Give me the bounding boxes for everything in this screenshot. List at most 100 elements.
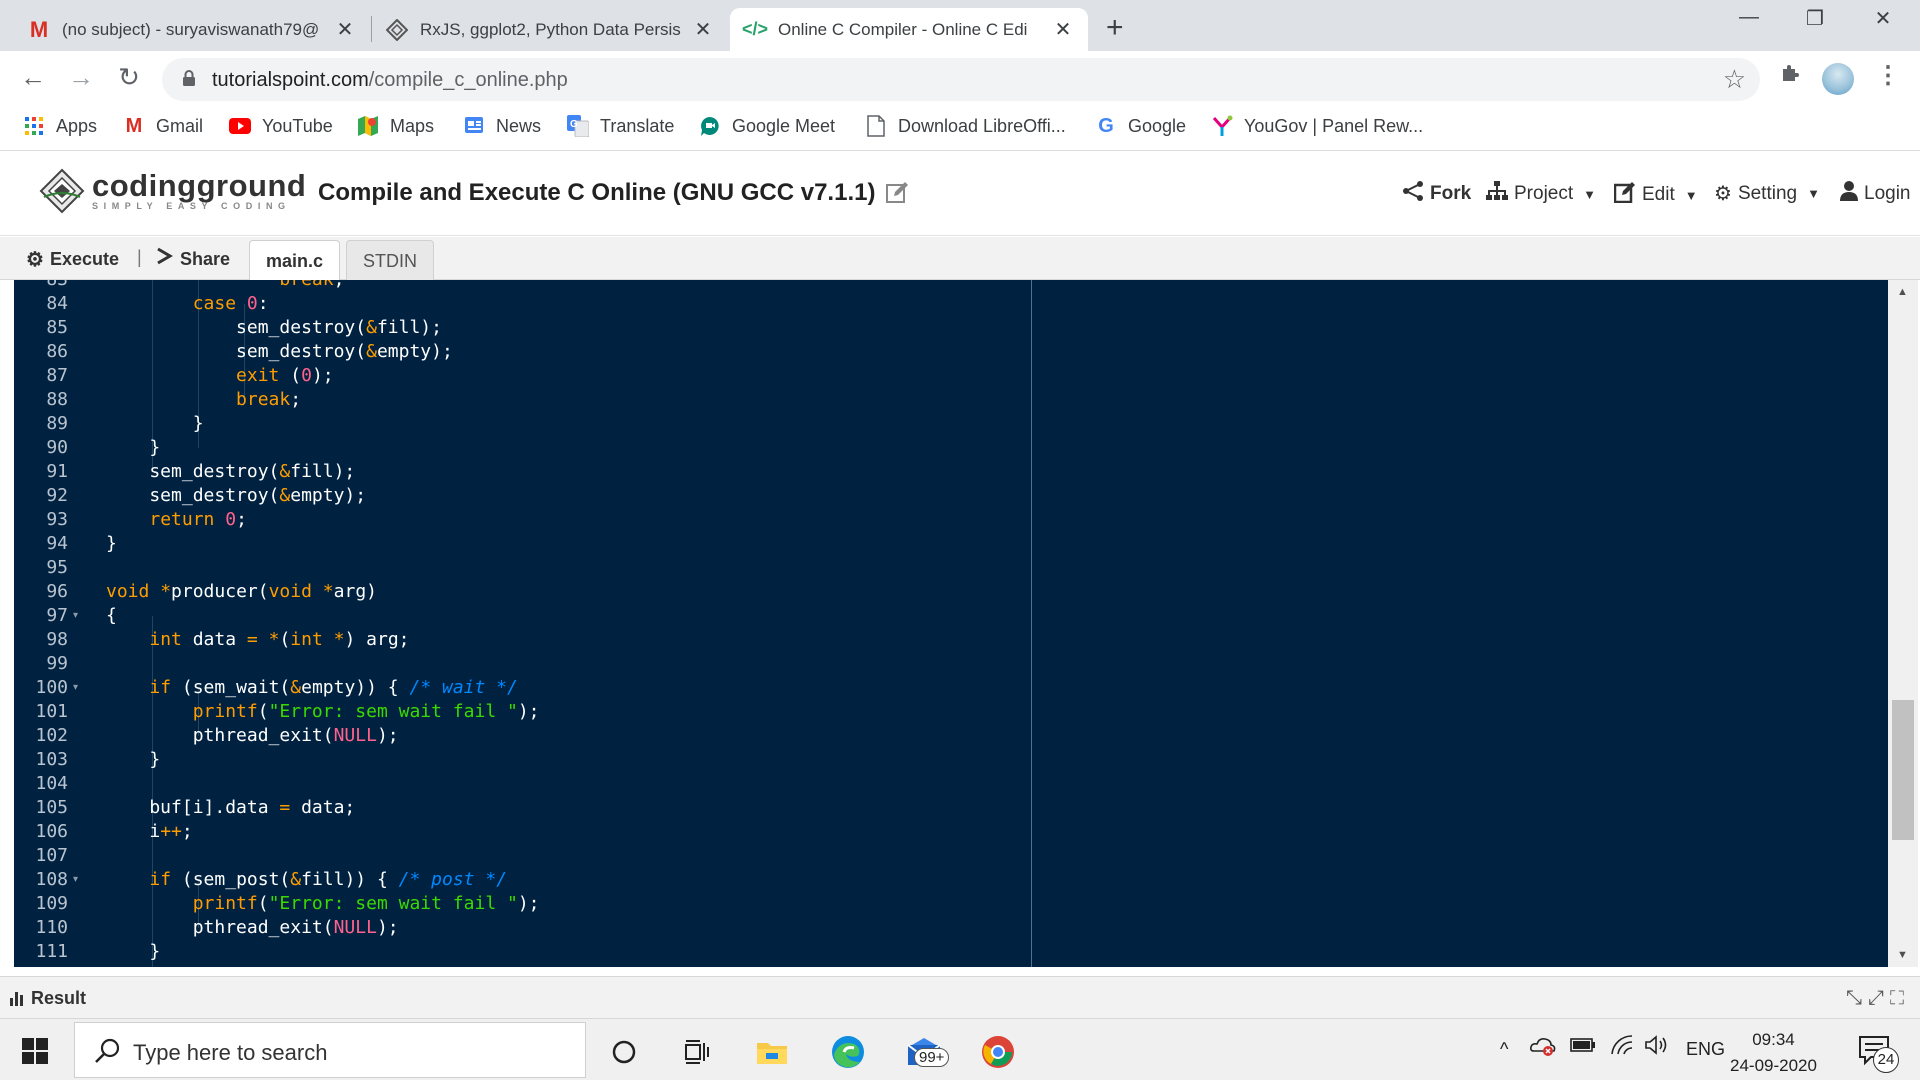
result-label-text: Result xyxy=(31,988,87,1008)
chrome-taskbar-icon[interactable] xyxy=(978,1032,1018,1072)
tab-stdin[interactable]: STDIN xyxy=(346,240,434,280)
windows-start-icon[interactable] xyxy=(22,1038,48,1064)
file-explorer-icon[interactable] xyxy=(752,1032,792,1072)
url-path: /compile_c_online.php xyxy=(368,69,568,91)
login-button[interactable]: Login xyxy=(1840,181,1911,207)
bookmarks-bar: Apps M Gmail YouTube Maps News G Transla… xyxy=(0,106,1920,151)
browser-tab-tutorialspoint[interactable]: RxJS, ggplot2, Python Data Persis ✕ xyxy=(372,8,728,51)
browser-toolbar: ← → ↻ tutorialspoint.com/compile_c_onlin… xyxy=(0,51,1920,106)
windows-taskbar: Type here to search ^ ENG 09:34 24-09-20… xyxy=(0,1018,1920,1080)
code-content[interactable]: break; case 0: sem_destroy(&fill); sem_d… xyxy=(106,280,1036,967)
bookmark-gmail[interactable]: M Gmail xyxy=(122,114,203,138)
back-arrow-icon[interactable]: ← xyxy=(16,62,50,93)
line-number: 110 xyxy=(35,917,68,938)
bookmark-apps[interactable]: Apps xyxy=(22,114,97,138)
line-number: 92 xyxy=(46,485,68,506)
chrome-menu-icon[interactable]: ⋮ xyxy=(1876,61,1900,90)
line-number: 96 xyxy=(46,581,68,602)
result-label[interactable]: Result xyxy=(10,988,86,1009)
code-line: if (sem_wait(&empty)) { /* wait */ xyxy=(149,677,518,698)
fullscreen-icon[interactable]: ⛶ xyxy=(1890,987,1910,1009)
bookmark-google-meet[interactable]: Google Meet xyxy=(698,114,835,138)
extensions-puzzle-icon[interactable] xyxy=(1779,63,1801,92)
system-clock[interactable]: 09:34 24-09-2020 xyxy=(1730,1027,1817,1079)
share-label: Share xyxy=(180,248,231,269)
task-view-icon[interactable] xyxy=(676,1032,716,1072)
onedrive-icon[interactable] xyxy=(1530,1035,1556,1062)
gmail-icon: M xyxy=(29,16,49,42)
wifi-icon[interactable] xyxy=(1610,1034,1634,1061)
browser-tab-online-c-compiler[interactable]: </> Online C Compiler - Online C Edi ✕ xyxy=(730,8,1088,51)
line-number: 97 xyxy=(46,605,68,626)
new-tab-button[interactable]: + xyxy=(1106,11,1124,45)
fold-toggle-icon[interactable]: ▾ xyxy=(73,682,78,693)
code-line: sem_destroy(&empty); xyxy=(106,341,453,362)
result-panel-header: Result ⤡⤢⛶ xyxy=(0,976,1920,1018)
code-line: } xyxy=(106,941,161,962)
bookmark-youtube[interactable]: YouTube xyxy=(228,114,333,138)
line-number: 100 xyxy=(35,677,68,698)
line-number: 109 xyxy=(35,893,68,914)
taskbar-search-box[interactable]: Type here to search xyxy=(74,1022,586,1078)
line-number: 108 xyxy=(35,869,68,890)
fold-toggle-icon[interactable]: ▾ xyxy=(73,874,78,885)
restore-icon[interactable]: ❐ xyxy=(1792,6,1838,31)
bookmark-download-libreoffice[interactable]: Download LibreOffi... xyxy=(864,114,1066,138)
collapse-icon[interactable]: ⤡ xyxy=(1846,987,1868,1009)
forward-arrow-icon[interactable]: → xyxy=(64,62,98,93)
edit-title-icon[interactable] xyxy=(885,181,909,205)
bookmark-google[interactable]: G Google xyxy=(1094,114,1186,138)
cortana-icon[interactable] xyxy=(604,1032,644,1072)
bookmark-label: Google xyxy=(1128,115,1187,136)
show-hidden-icons-chevron[interactable]: ^ xyxy=(1500,1039,1508,1060)
edge-browser-icon[interactable] xyxy=(828,1032,868,1072)
editor-scrollbar[interactable]: ▲ ▼ xyxy=(1888,280,1918,967)
close-tab-icon[interactable]: ✕ xyxy=(334,17,356,42)
restore-panel-icon[interactable]: ⤢ xyxy=(1868,987,1890,1009)
volume-icon[interactable] xyxy=(1644,1034,1670,1061)
share-button[interactable]: Share xyxy=(156,247,230,271)
site-header: codingground SIMPLY EASY CODING Compile … xyxy=(0,152,1920,236)
tab-title: Online C Compiler - Online C Edi xyxy=(778,19,1028,39)
scrollbar-thumb[interactable] xyxy=(1892,700,1914,840)
line-number: 101 xyxy=(35,701,68,722)
tab-main-c[interactable]: main.c xyxy=(249,240,341,280)
line-number: 94 xyxy=(46,533,68,554)
code-line: exit (0); xyxy=(236,365,334,386)
code-editor[interactable]: 8384 85 86 87 88 89 90 91 92 93 94 95 96 97 ▾ 98 99 100 ▾ 1… xyxy=(14,280,1888,967)
code-icon: </> xyxy=(741,19,769,39)
bookmark-star-icon[interactable]: ☆ xyxy=(1723,64,1746,95)
close-tab-icon[interactable]: ✕ xyxy=(692,17,714,42)
scroll-up-arrow-icon[interactable]: ▲ xyxy=(1897,286,1908,298)
browser-tab-gmail[interactable]: M (no subject) - suryaviswanath79@ ✕ xyxy=(14,8,370,51)
scroll-down-arrow-icon[interactable]: ▼ xyxy=(1897,949,1908,961)
fold-toggle-icon[interactable]: ▾ xyxy=(73,610,78,621)
bookmark-translate[interactable]: G Translate xyxy=(566,114,674,138)
close-window-icon[interactable]: ✕ xyxy=(1860,6,1906,31)
bookmark-news[interactable]: News xyxy=(462,114,541,138)
codingground-logo[interactable]: codingground SIMPLY EASY CODING xyxy=(38,167,306,215)
edit-menu[interactable]: Edit ▼ xyxy=(1613,181,1698,209)
language-indicator[interactable]: ENG xyxy=(1686,1039,1725,1060)
close-tab-icon[interactable]: ✕ xyxy=(1052,17,1074,42)
code-line: buf[i].data = data; xyxy=(106,797,356,818)
url-text[interactable]: tutorialspoint.com/compile_c_online.php xyxy=(212,69,568,92)
execute-button[interactable]: ⚙ Execute xyxy=(26,247,119,272)
battery-icon[interactable] xyxy=(1570,1037,1596,1058)
setting-menu[interactable]: ⚙ Setting ▼ xyxy=(1714,181,1820,206)
result-panel-controls: ⤡⤢⛶ xyxy=(1846,987,1910,1010)
address-bar[interactable]: tutorialspoint.com/compile_c_online.php … xyxy=(162,58,1760,101)
bookmark-maps[interactable]: Maps xyxy=(356,114,434,138)
project-menu[interactable]: Project ▼ xyxy=(1486,181,1596,207)
profile-avatar[interactable] xyxy=(1822,63,1854,95)
fork-label: Fork xyxy=(1430,183,1472,204)
reload-icon[interactable]: ↻ xyxy=(112,62,146,93)
bar-chart-icon xyxy=(10,991,25,1006)
page-title: Compile and Execute C Online (GNU GCC v7… xyxy=(318,179,909,207)
fork-button[interactable]: Fork xyxy=(1402,181,1471,207)
minimize-icon[interactable]: — xyxy=(1726,6,1772,29)
bookmark-label: YouGov | Panel Rew... xyxy=(1244,115,1424,136)
code-line: if (sem_post(&fill)) { /* post */ xyxy=(149,869,508,890)
bookmark-yougov[interactable]: YouGov | Panel Rew... xyxy=(1210,114,1423,138)
yougov-icon xyxy=(1210,114,1234,138)
